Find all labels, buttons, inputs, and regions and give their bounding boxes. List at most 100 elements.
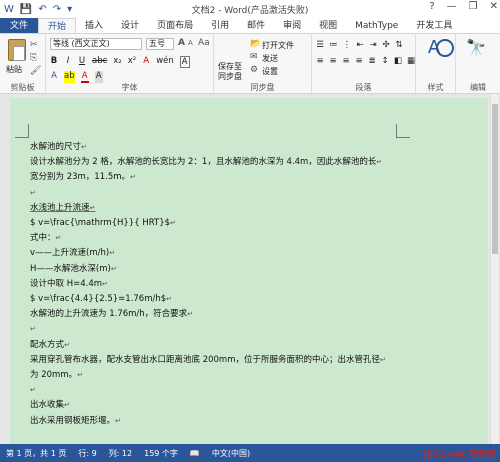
- bold-button[interactable]: B: [50, 56, 58, 68]
- doc-line: H——水解池水深(m)↵: [30, 263, 117, 274]
- doc-line: 宽分别为 23m，11.5m。↵: [30, 172, 136, 183]
- vertical-scrollbar[interactable]: [490, 94, 498, 444]
- doc-line: 设计水解池分为 2 格，水解池的长宽比为 2：1，且水解池的水深为 4.4m，因…: [30, 157, 383, 168]
- styles-icon: A: [427, 37, 441, 58]
- increase-indent-icon[interactable]: ⇥: [369, 40, 377, 50]
- settings-button[interactable]: 设置: [262, 66, 278, 77]
- tab-design[interactable]: 设计: [112, 18, 148, 33]
- restore-button[interactable]: ❐: [469, 1, 478, 12]
- tab-review[interactable]: 审阅: [274, 18, 310, 33]
- scrollbar-thumb[interactable]: [492, 104, 498, 254]
- tab-home[interactable]: 开始: [38, 18, 77, 33]
- paragraph-mark: ↵: [64, 401, 70, 410]
- doc-line: 采用穿孔管布水器，配水支管出水口距离池底 200mm，位于所服务面积的中心；出水…: [30, 354, 386, 365]
- word-icon[interactable]: W: [4, 4, 14, 15]
- styles-label: 样式: [427, 83, 444, 92]
- paragraph-group: ☰ ≔ ⋮ ⇤ ⇥ ✣ ⇅ ≡ ≡ ≡ ≡ ≣ ↕ ◧ ▦ 段落: [312, 34, 416, 94]
- sync-group-label: 同步盘: [250, 83, 275, 92]
- change-case-icon[interactable]: Aa: [198, 38, 210, 48]
- tab-layout[interactable]: 页面布局: [148, 18, 202, 33]
- editing-button[interactable]: 🔭: [466, 38, 486, 61]
- margin-mark-top-right: [396, 124, 410, 138]
- document-body[interactable]: 水解池的尺寸↵ 设计水解池分为 2 格，水解池的长宽比为 2：1，且水解池的水深…: [30, 140, 408, 429]
- paragraph-mark: ↵: [170, 219, 176, 228]
- shrink-font-icon[interactable]: A: [188, 39, 193, 47]
- distributed-icon[interactable]: ≣: [368, 56, 376, 66]
- italic-button[interactable]: I: [64, 56, 72, 68]
- proofing-icon[interactable]: 📖: [190, 449, 200, 458]
- ribbon-tabs: 文件 开始 插入 设计 页面布局 引用 邮件 审阅 视图 MathType 开发…: [0, 18, 500, 34]
- undo-icon[interactable]: ↶: [38, 4, 46, 15]
- font-group: 等线 (西文正文) 五号 A A Aa B I U abc x₂ x² A wé…: [46, 34, 214, 94]
- page-count[interactable]: 第 1 页，共 1 页: [6, 448, 66, 459]
- line-spacing-icon[interactable]: ↕: [381, 56, 389, 66]
- copy-icon[interactable]: ⎘: [30, 53, 37, 63]
- help-button[interactable]: ?: [429, 1, 434, 12]
- bullets-icon[interactable]: ☰: [316, 40, 324, 50]
- binoculars-icon: 🔭: [466, 38, 486, 57]
- paste-button[interactable]: 粘贴: [6, 64, 22, 75]
- language-indicator[interactable]: 中文(中国): [212, 448, 250, 459]
- format-painter-icon[interactable]: 🖌: [30, 66, 41, 76]
- paragraph-mark: ↵: [115, 416, 121, 425]
- send-icon: ✉: [250, 52, 258, 62]
- shading-icon[interactable]: ◧: [394, 56, 402, 66]
- cut-icon[interactable]: ✂: [30, 40, 38, 50]
- clipboard-group: 粘贴 ✂ ⎘ 🖌 剪贴板: [0, 34, 46, 94]
- doc-line: 式中：↵: [30, 233, 62, 244]
- char-border-button[interactable]: A: [179, 56, 190, 68]
- subscript-button[interactable]: x₂: [113, 56, 121, 68]
- underline-button[interactable]: U: [78, 56, 86, 68]
- customize-icon[interactable]: ▾: [67, 4, 72, 15]
- paragraph-group-label: 段落: [355, 83, 372, 92]
- superscript-button[interactable]: x²: [128, 56, 136, 68]
- tab-view[interactable]: 视图: [310, 18, 346, 33]
- decrease-indent-icon[interactable]: ⇤: [356, 40, 364, 50]
- font-format-row: B I U abc x₂ x² A wén A: [50, 56, 190, 68]
- clear-format-button[interactable]: A: [142, 56, 150, 68]
- watermark: jb51.net 教程网: [423, 450, 496, 460]
- paragraph-mark: ↵: [64, 340, 70, 349]
- paragraph-mark: ↵: [380, 355, 386, 364]
- tab-references[interactable]: 引用: [202, 18, 238, 33]
- multilevel-list-icon[interactable]: ⋮: [343, 40, 352, 50]
- minimize-button[interactable]: —: [447, 1, 457, 12]
- align-center-icon[interactable]: ≡: [329, 56, 337, 66]
- tab-insert[interactable]: 插入: [76, 18, 112, 33]
- paragraph-mark: ↵: [55, 234, 62, 243]
- chinese-layout-icon[interactable]: ✣: [382, 40, 390, 50]
- save-icon[interactable]: 💾: [20, 4, 32, 15]
- close-button[interactable]: ✕: [490, 1, 498, 12]
- tab-mathtype[interactable]: MathType: [346, 18, 407, 33]
- title-bar: W 💾 ↶ ↷ ▾ 文档2 - Word(产品激活失败) ? — ❐ ✕: [0, 0, 500, 18]
- editing-label: 编辑: [470, 83, 486, 92]
- font-size-select[interactable]: 五号: [146, 38, 174, 50]
- open-file-button[interactable]: 打开文件: [262, 40, 294, 51]
- send-button[interactable]: 发送: [262, 53, 278, 64]
- borders-icon[interactable]: ▦: [407, 56, 415, 66]
- font-family-select[interactable]: 等线 (西文正文): [50, 38, 142, 50]
- paste-icon[interactable]: [8, 39, 26, 61]
- document-page[interactable]: 水解池的尺寸↵ 设计水解池分为 2 格，水解池的长宽比为 2：1，且水解池的水深…: [10, 98, 488, 444]
- tab-developer[interactable]: 开发工具: [407, 18, 461, 33]
- word-count[interactable]: 159 个字: [144, 448, 178, 459]
- grow-font-icon[interactable]: A: [178, 38, 185, 48]
- numbering-icon[interactable]: ≔: [329, 40, 338, 50]
- paragraph-mark: ↵: [102, 279, 108, 288]
- redo-icon[interactable]: ↷: [53, 4, 61, 15]
- doc-line-empty: ↵: [30, 325, 36, 334]
- strikethrough-button[interactable]: abc: [92, 56, 107, 68]
- margin-mark-top-left: [15, 124, 29, 138]
- styles-button[interactable]: A: [424, 38, 444, 61]
- align-left-icon[interactable]: ≡: [316, 56, 324, 66]
- sort-icon[interactable]: ⇅: [395, 40, 403, 50]
- clipboard-group-label: 剪贴板: [10, 83, 35, 92]
- tab-file[interactable]: 文件: [0, 18, 39, 33]
- doc-line-empty: ↵: [30, 386, 36, 395]
- doc-line-empty: ↵: [30, 188, 36, 197]
- paragraph-row-1: ☰ ≔ ⋮ ⇤ ⇥ ✣ ⇅: [316, 40, 403, 50]
- tab-mailings[interactable]: 邮件: [238, 18, 274, 33]
- align-right-icon[interactable]: ≡: [342, 56, 350, 66]
- phonetic-guide-button[interactable]: wén: [156, 56, 174, 68]
- justify-icon[interactable]: ≡: [355, 56, 363, 66]
